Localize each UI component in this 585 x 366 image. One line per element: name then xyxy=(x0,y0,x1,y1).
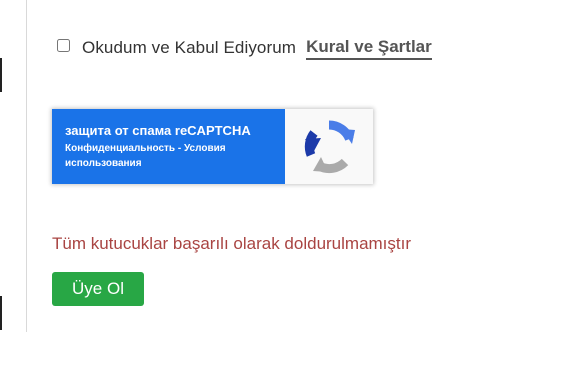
content-left-divider xyxy=(26,0,27,332)
terms-checkbox[interactable] xyxy=(57,38,70,52)
recaptcha-logo-icon xyxy=(304,120,355,173)
register-button[interactable]: Üye Ol xyxy=(52,272,144,306)
recaptcha-logo-panel xyxy=(285,109,373,184)
recaptcha-privacy-terms-links[interactable]: Конфиденциальность - Условия использован… xyxy=(65,141,265,171)
registration-form-page: Okudum ve Kabul Ediyorum Kural ve Şartla… xyxy=(0,0,585,366)
recaptcha-text-panel: защита от спама reCAPTCHA Конфиденциальн… xyxy=(52,109,285,184)
edge-mark-bottom xyxy=(0,296,2,330)
terms-checkbox-label: Okudum ve Kabul Ediyorum xyxy=(82,38,297,57)
form-error-message: Tüm kutucuklar başarılı olarak doldurulm… xyxy=(52,234,412,253)
recaptcha-title: защита от спама reCAPTCHA xyxy=(65,123,251,138)
terms-agreement-row: Okudum ve Kabul Ediyorum Kural ve Şartla… xyxy=(57,37,432,60)
terms-and-conditions-link[interactable]: Kural ve Şartlar xyxy=(306,37,432,60)
edge-mark-top xyxy=(0,58,2,92)
recaptcha-widget[interactable]: защита от спама reCAPTCHA Конфиденциальн… xyxy=(52,109,373,184)
